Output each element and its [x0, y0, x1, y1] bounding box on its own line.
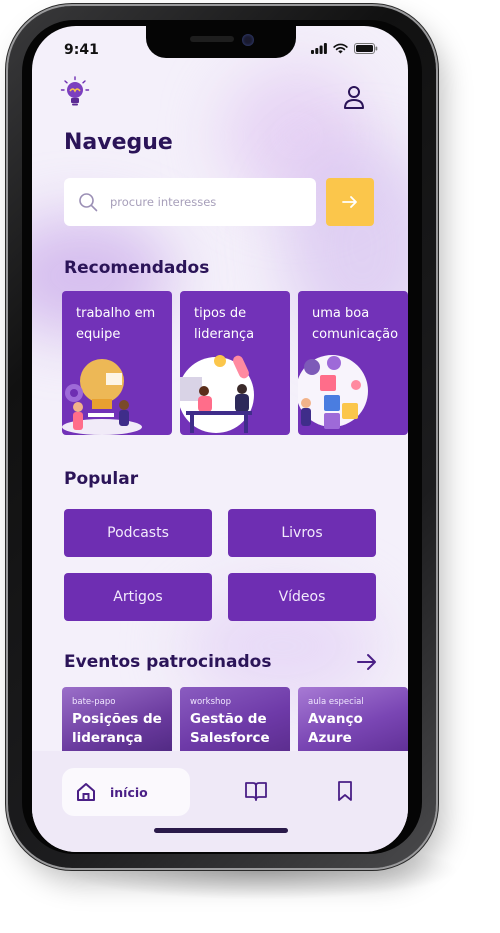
status-time: 9:41 [64, 42, 99, 58]
app-content: 9:41 Navegue procure interesses Recomend… [32, 26, 408, 852]
event-title: Avanço Azure [308, 711, 363, 746]
status-icons [311, 43, 378, 54]
event-title: Gestão de Salesforce [190, 711, 270, 746]
event-tag: workshop [190, 697, 231, 707]
popular-books-button[interactable]: Livros [228, 509, 376, 557]
home-icon [77, 783, 95, 801]
card-label: tipos de liderança [194, 306, 255, 342]
popular-podcasts-button[interactable]: Podcasts [64, 509, 212, 557]
leadership-illustration [180, 355, 254, 433]
events-list: bate-papo Posições de liderança workshop… [62, 687, 408, 757]
arrow-right-icon [342, 196, 357, 208]
recommended-card[interactable]: uma boa comunicação [298, 291, 408, 435]
nav-home-label: início [110, 784, 148, 800]
events-heading: Eventos patrocinados [64, 652, 272, 672]
earpiece-speaker [190, 36, 234, 42]
notch [146, 26, 296, 58]
events-see-all-arrow-icon[interactable] [356, 652, 378, 672]
card-label: uma boa comunicação [312, 306, 399, 342]
front-camera [242, 34, 254, 46]
book-icon[interactable] [244, 780, 268, 802]
search-box[interactable] [64, 178, 316, 226]
search-input[interactable] [110, 195, 290, 209]
recommended-cards: trabalho em equipe tipos de liderança um… [62, 291, 408, 435]
teamwork-illustration [62, 359, 142, 435]
app-screen: 9:41 Navegue procure interesses Recomend… [32, 26, 408, 852]
lightbulb-logo-icon[interactable] [60, 76, 90, 110]
event-card[interactable]: bate-papo Posições de liderança [62, 687, 172, 757]
page-title: Navegue [64, 130, 173, 155]
communication-illustration [298, 355, 368, 429]
home-indicator [154, 828, 288, 833]
battery-icon [354, 43, 378, 54]
recommended-card[interactable]: tipos de liderança [180, 291, 290, 435]
mockup-stage: 9:41 Navegue procure interesses Recomend… [0, 0, 500, 933]
event-card[interactable]: workshop Gestão de Salesforce [180, 687, 290, 757]
recommended-heading: Recomendados [64, 258, 210, 278]
card-label: trabalho em equipe [76, 306, 156, 342]
bookmark-icon[interactable] [336, 780, 354, 802]
wifi-icon [333, 43, 348, 54]
signal-icon [311, 43, 327, 54]
event-title: Posições de liderança [72, 711, 162, 746]
nav-home-tab[interactable]: início [62, 768, 190, 816]
search-submit-button[interactable] [326, 178, 374, 226]
event-card[interactable]: aula especial Avanço Azure [298, 687, 408, 757]
popular-heading: Popular [64, 469, 139, 489]
search-icon [79, 193, 98, 212]
popular-articles-button[interactable]: Artigos [64, 573, 212, 621]
profile-icon[interactable] [342, 84, 366, 110]
popular-videos-button[interactable]: Vídeos [228, 573, 376, 621]
recommended-card[interactable]: trabalho em equipe [62, 291, 172, 435]
event-tag: bate-papo [72, 697, 116, 707]
event-tag: aula especial [308, 697, 364, 707]
